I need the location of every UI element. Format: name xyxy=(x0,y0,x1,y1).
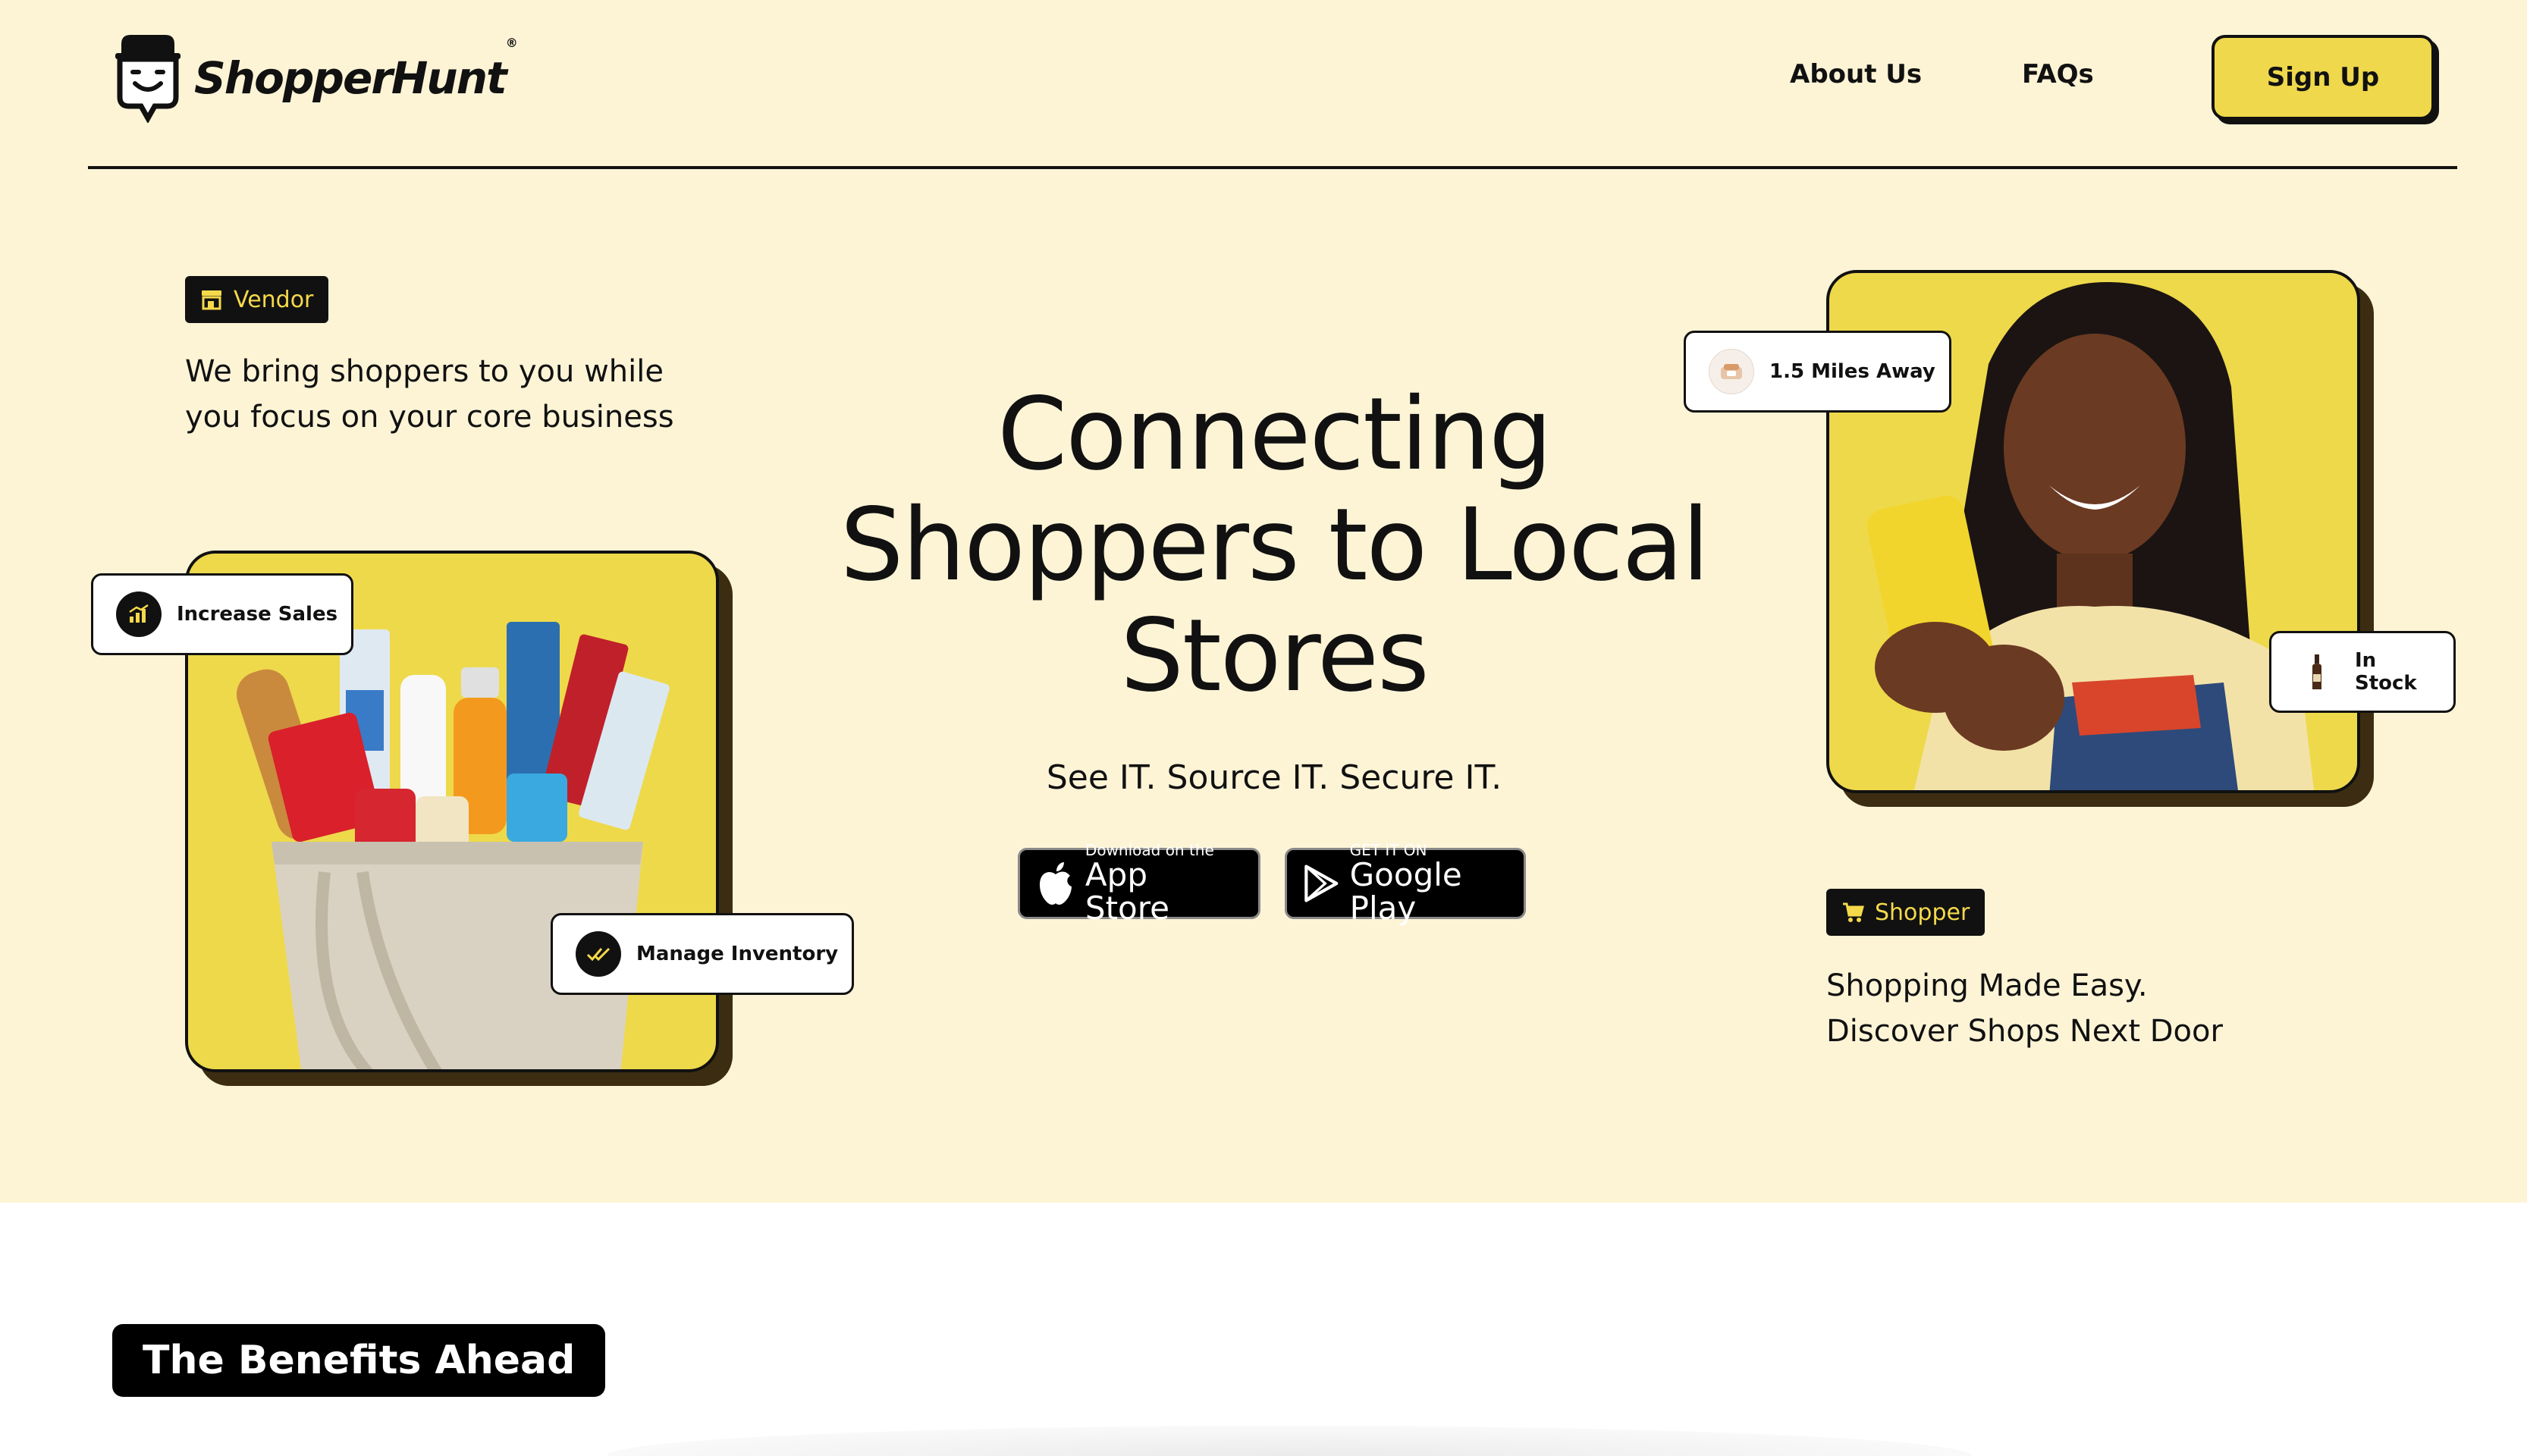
hero-tagline: See IT. Source IT. Secure IT. xyxy=(1046,758,1502,797)
vendor-desc-line: you focus on your core business xyxy=(185,400,674,435)
header-divider xyxy=(88,166,2457,169)
shopper-desc-line: Discover Shops Next Door xyxy=(1826,1014,2223,1049)
shopper-tag-label: Shopper xyxy=(1875,899,1970,926)
shopper-tag: Shopper xyxy=(1826,889,1986,936)
bottle-icon xyxy=(2294,649,2340,695)
apple-icon xyxy=(1039,862,1072,905)
app-store-text: Download on the App Store xyxy=(1085,842,1242,925)
hero-title: Connecting Shoppers to Local Stores xyxy=(834,379,1714,711)
brand-logo[interactable]: ShopperHunt® xyxy=(111,33,518,123)
vendor-tag-label: Vendor xyxy=(234,286,314,313)
distance-label: 1.5 Miles Away xyxy=(1769,360,1935,383)
increase-sales-label: Increase Sales xyxy=(177,603,338,626)
double-check-icon xyxy=(576,931,621,977)
in-stock-label: In Stock xyxy=(2355,649,2417,695)
logo-mascot-icon xyxy=(115,35,180,123)
vendor-desc-line: We bring shoppers to you while xyxy=(185,354,664,389)
increase-sales-badge: Increase Sales xyxy=(91,573,354,655)
nav-about-link[interactable]: About Us xyxy=(1790,59,1922,89)
manage-inventory-badge: Manage Inventory xyxy=(551,913,855,995)
app-store-big-label: App Store xyxy=(1085,856,1169,927)
store-icon xyxy=(202,290,221,310)
play-icon xyxy=(1304,864,1339,902)
nav-faqs-link[interactable]: FAQs xyxy=(2022,59,2094,89)
benefits-heading: The Benefits Ahead xyxy=(112,1324,606,1397)
shopper-description: Shopping Made Easy. Discover Shops Next … xyxy=(1826,963,2223,1054)
distance-badge: 1.5 Miles Away xyxy=(1684,331,1951,413)
chart-up-icon xyxy=(116,592,162,637)
google-play-button[interactable]: GET IT ON Google Play xyxy=(1285,842,1526,925)
hero-title-line: Shoppers to Local xyxy=(840,487,1710,604)
shopper-desc-line: Shopping Made Easy. xyxy=(1826,968,2148,1003)
app-store-button[interactable]: Download on the App Store xyxy=(1018,842,1260,925)
hero-section: ShopperHunt® About Us FAQs Sign Up Vendo… xyxy=(0,0,2527,1203)
google-play-big-label: Google Play xyxy=(1349,856,1462,927)
cart-icon xyxy=(1843,902,1864,922)
hero-title-line: Stores xyxy=(1120,598,1430,714)
location-icon xyxy=(1709,349,1754,394)
vendor-description: We bring shoppers to you while you focus… xyxy=(185,349,674,440)
in-stock-badge: In Stock xyxy=(2269,631,2456,713)
benefits-card-shadow xyxy=(607,1426,1972,1456)
signup-button[interactable]: Sign Up xyxy=(2212,35,2434,120)
hero-title-line: Connecting xyxy=(997,376,1552,493)
google-play-text: GET IT ON Google Play xyxy=(1350,842,1507,925)
vendor-tag: Vendor xyxy=(185,276,329,323)
brand-name: ShopperHunt® xyxy=(194,36,518,104)
manage-inventory-label: Manage Inventory xyxy=(636,943,839,965)
